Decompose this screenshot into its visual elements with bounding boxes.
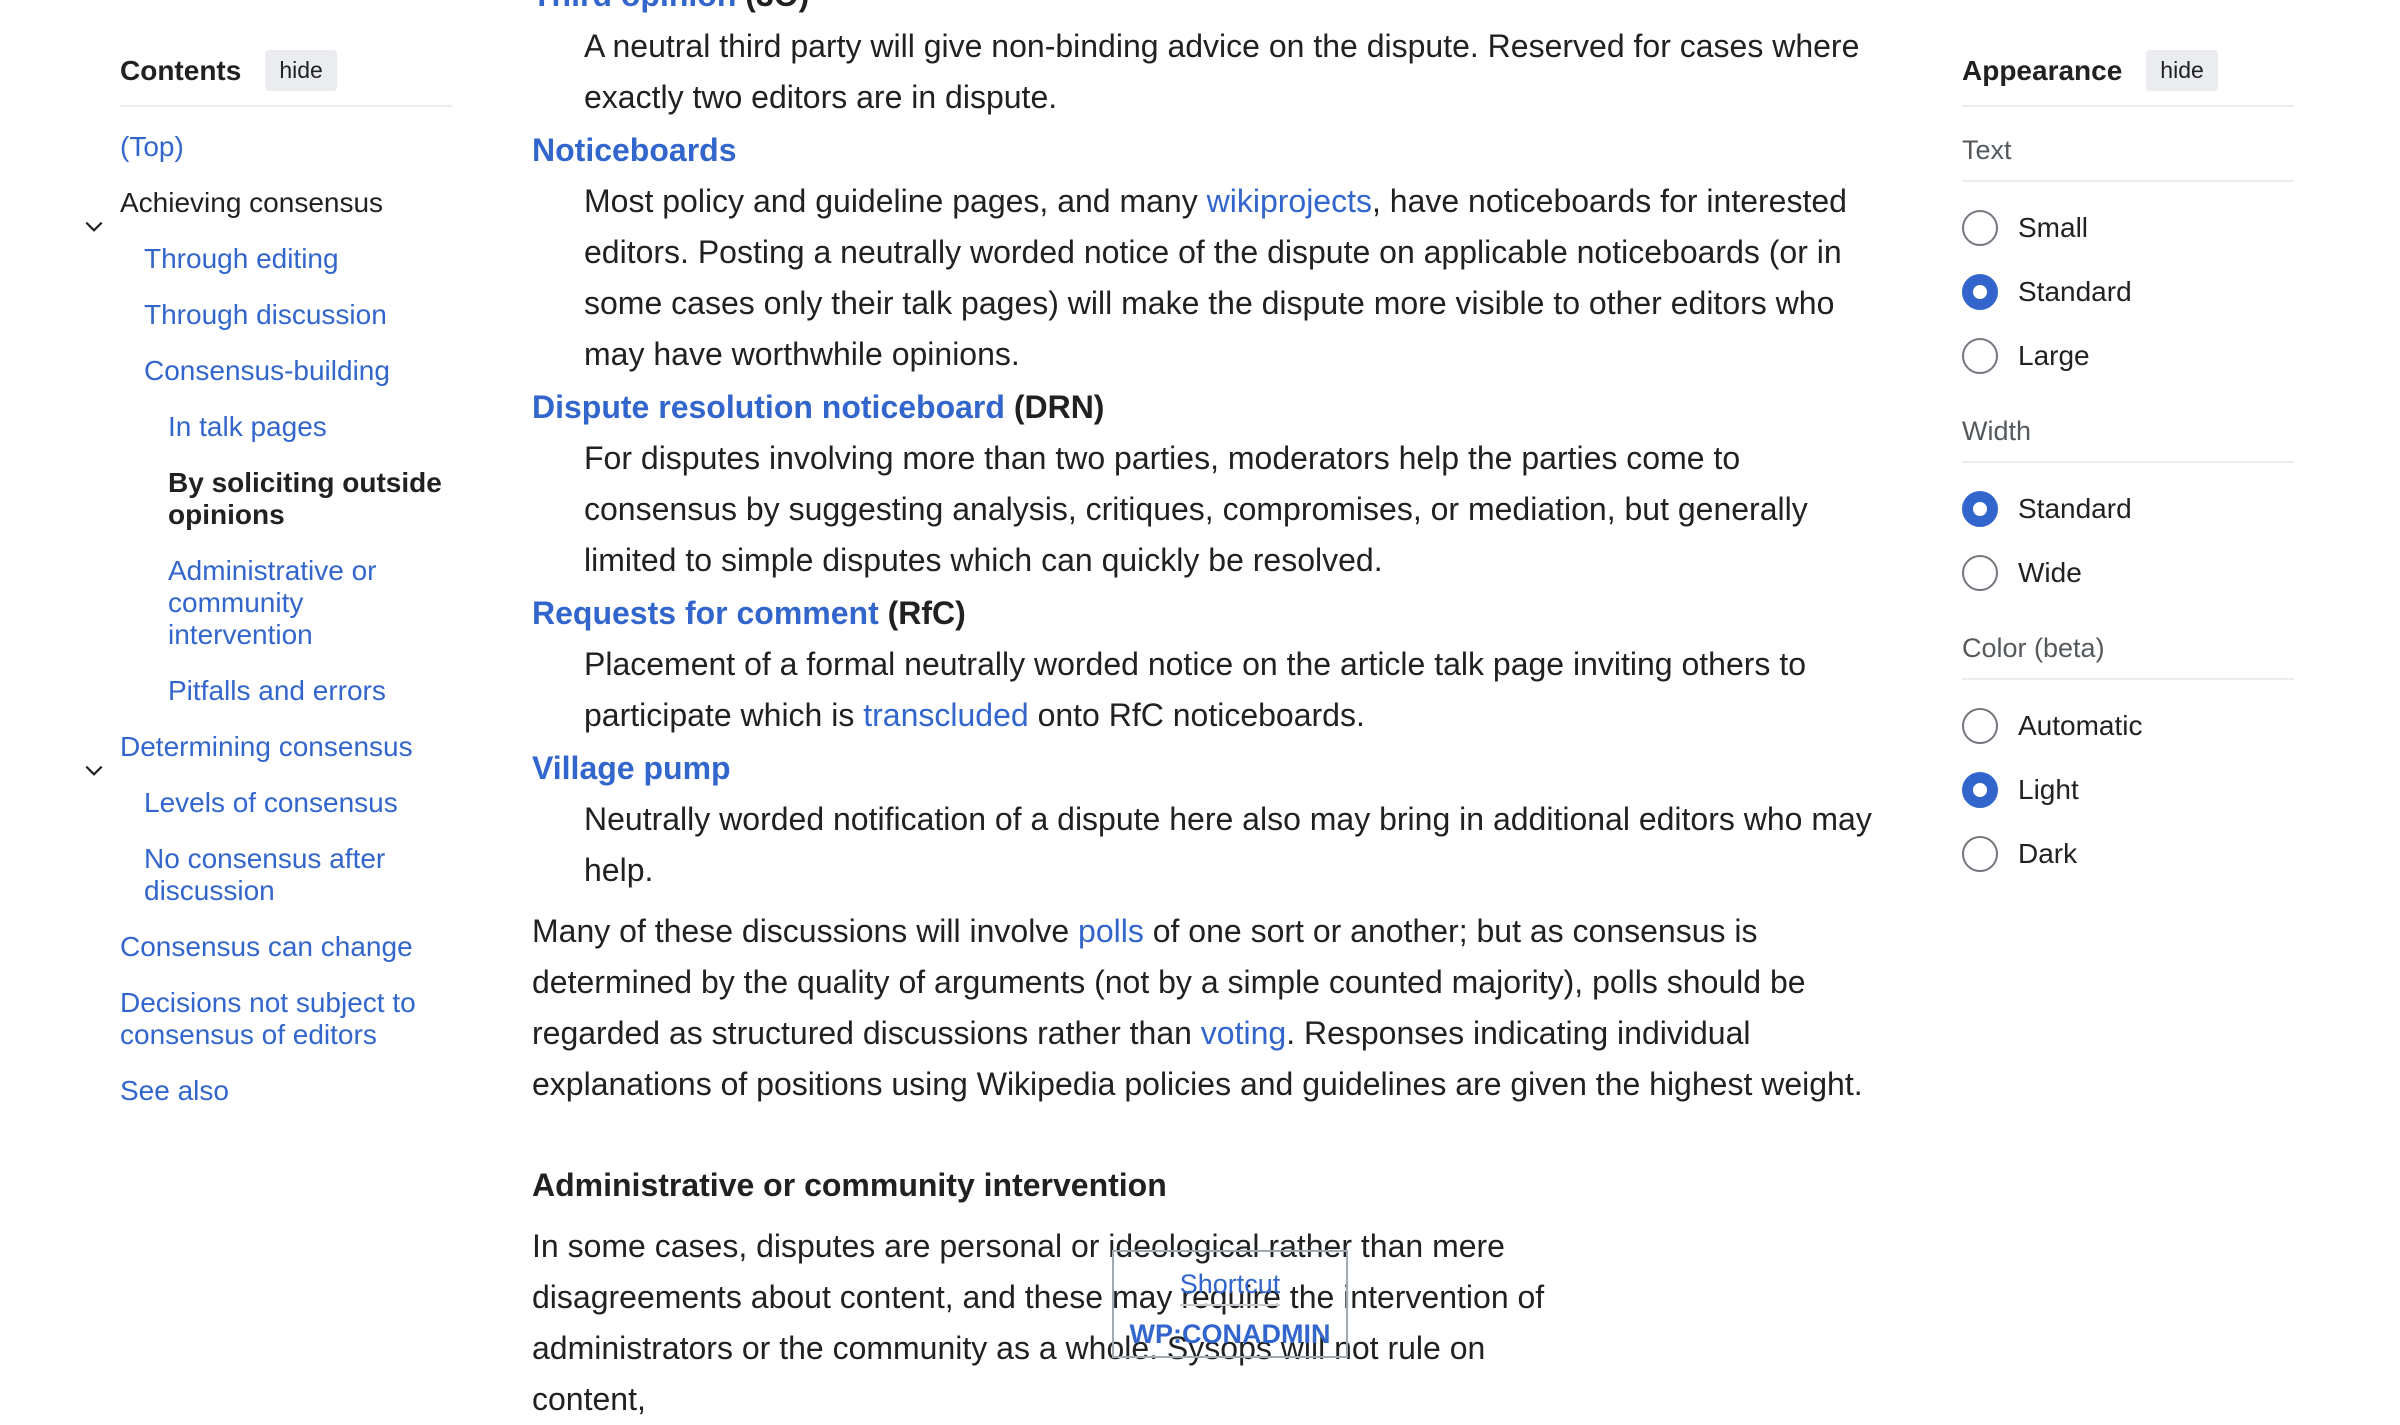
appearance-panel: Appearance hide Text Small Standard Larg…: [1962, 50, 2294, 886]
term-suffix: (3O): [745, 0, 809, 13]
term-link-requests-for-comment[interactable]: Requests for comment: [532, 595, 879, 631]
radio-group: Small Standard Large: [1962, 196, 2294, 388]
toc-item-achieving-consensus[interactable]: Achieving consensus: [120, 187, 452, 219]
radio-label: Light: [2018, 774, 2079, 805]
radio-option-light[interactable]: Light: [1962, 758, 2294, 822]
group-label-width: Width: [1962, 416, 2294, 463]
definition-term: Noticeboards: [532, 125, 1892, 176]
definition-text: Placement of a formal neutrally worded n…: [584, 639, 1892, 741]
term-suffix: (RfC): [878, 595, 966, 631]
definition-term: Third opinion (3O): [532, 0, 1892, 21]
toc-item-decisions-not-subject[interactable]: Decisions not subject to consensus of ed…: [120, 987, 452, 1051]
radio-option-width-standard[interactable]: Standard: [1962, 477, 2294, 541]
radio-option-wide[interactable]: Wide: [1962, 541, 2294, 605]
toc-item-through-editing[interactable]: Through editing: [120, 243, 452, 275]
definition-text: A neutral third party will give non-bind…: [584, 28, 1860, 115]
toc-item-in-talk-pages[interactable]: In talk pages: [120, 411, 452, 443]
chevron-down-icon[interactable]: [80, 755, 108, 787]
transcluded-link[interactable]: transcluded: [863, 697, 1028, 733]
group-label-text: Text: [1962, 135, 2294, 182]
radio-option-standard[interactable]: Standard: [1962, 260, 2294, 324]
definition-term: Dispute resolution noticeboard (DRN): [532, 382, 1892, 433]
radio-icon[interactable]: [1962, 708, 1998, 744]
definition-term: Requests for comment (RfC): [532, 588, 1892, 639]
text-span: Many of these discussions will involve: [532, 913, 1079, 949]
shortcut-code-link[interactable]: WP:CONADMIN: [1114, 1316, 1346, 1352]
toc-item-pitfalls-and-errors[interactable]: Pitfalls and errors: [120, 675, 452, 707]
shortcut-label-link[interactable]: Shortcut: [1179, 1266, 1281, 1306]
text-span: Most policy and guideline pages, and man…: [584, 183, 1207, 219]
radio-option-small[interactable]: Small: [1962, 196, 2294, 260]
term-link[interactable]: Third opinion: [532, 0, 736, 13]
radio-option-dark[interactable]: Dark: [1962, 822, 2294, 886]
toc-item-see-also[interactable]: See also: [120, 1075, 452, 1107]
color-group: Color (beta) Automatic Light Dark: [1962, 633, 2294, 886]
radio-label: Standard: [2018, 493, 2132, 524]
term-suffix: (DRN): [1004, 389, 1105, 425]
toc-item-no-consensus-after-discussion[interactable]: No consensus after discussion: [120, 843, 452, 907]
radio-checked-icon[interactable]: [1962, 274, 1998, 310]
appearance-header: Appearance hide: [1962, 50, 2294, 107]
toc-item-top[interactable]: (Top): [120, 131, 452, 163]
radio-label: Small: [2018, 212, 2089, 243]
text-size-group: Text Small Standard Large: [1962, 135, 2294, 388]
toc-item-consensus-can-change[interactable]: Consensus can change: [120, 931, 452, 963]
definition-text: Neutrally worded notification of a dispu…: [584, 801, 1872, 888]
toc-list: (Top) Achieving consensus Through editin…: [85, 131, 452, 1107]
appearance-title: Appearance: [1962, 54, 2123, 86]
term-link-village-pump[interactable]: Village pump: [532, 750, 731, 786]
toc-title: Contents: [120, 54, 242, 86]
definition-text: Most policy and guideline pages, and man…: [584, 176, 1892, 380]
radio-group: Automatic Light Dark: [1962, 694, 2294, 886]
toc-hide-button[interactable]: hide: [265, 50, 337, 91]
toc-header: Contents hide: [120, 50, 452, 107]
definition-term: Village pump: [532, 743, 1892, 794]
text-span: onto RfC noticeboards.: [1028, 697, 1365, 733]
radio-icon[interactable]: [1962, 836, 1998, 872]
group-label-color: Color (beta): [1962, 633, 2294, 680]
radio-icon[interactable]: [1962, 210, 1998, 246]
radio-group: Standard Wide: [1962, 477, 2294, 605]
toc-item-consensus-building[interactable]: Consensus-building: [120, 355, 452, 387]
voting-link[interactable]: voting: [1201, 1015, 1286, 1051]
radio-icon[interactable]: [1962, 555, 1998, 591]
radio-label: Dark: [2018, 838, 2078, 869]
definition-text: For disputes involving more than two par…: [584, 440, 1808, 578]
toc-item-levels-of-consensus[interactable]: Levels of consensus: [120, 787, 452, 819]
toc-item-by-soliciting-outside-opinions[interactable]: By soliciting outside opinions: [120, 467, 452, 531]
radio-icon[interactable]: [1962, 338, 1998, 374]
term-link-dispute-resolution-noticeboard[interactable]: Dispute resolution noticeboard: [532, 389, 1005, 425]
appearance-hide-button[interactable]: hide: [2146, 50, 2218, 91]
toc-item-administrative-or-community-intervention[interactable]: Administrative or community intervention: [120, 555, 452, 651]
definition-list: Third opinion (3O) A neutral third party…: [532, 0, 1892, 896]
polls-link[interactable]: polls: [1078, 913, 1144, 949]
article-content: Third opinion (3O) A neutral third party…: [532, 0, 1892, 1425]
radio-label: Standard: [2018, 276, 2132, 307]
toc-item-determining-consensus[interactable]: Determining consensus: [120, 731, 452, 763]
width-group: Width Standard Wide: [1962, 416, 2294, 605]
section-heading: Administrative or community intervention: [532, 1167, 1167, 1203]
table-of-contents: Contents hide (Top) Achieving consensus …: [85, 50, 452, 1107]
radio-label: Wide: [2018, 557, 2082, 588]
radio-checked-icon[interactable]: [1962, 491, 1998, 527]
radio-checked-icon[interactable]: [1962, 772, 1998, 808]
radio-option-large[interactable]: Large: [1962, 324, 2294, 388]
radio-option-automatic[interactable]: Automatic: [1962, 694, 2294, 758]
paragraph: Many of these discussions will involve p…: [532, 906, 1892, 1110]
radio-label: Automatic: [2018, 710, 2143, 741]
toc-item-through-discussion[interactable]: Through discussion: [120, 299, 452, 331]
chevron-down-icon[interactable]: [80, 211, 108, 243]
term-link-noticeboards[interactable]: Noticeboards: [532, 132, 736, 168]
section-paragraph: In some cases, disputes are personal or …: [532, 1228, 1545, 1417]
radio-label: Large: [2018, 340, 2090, 371]
shortcut-box: Shortcut WP:CONADMIN: [1112, 1250, 1348, 1358]
wikiprojects-link[interactable]: wikiprojects: [1207, 183, 1372, 219]
